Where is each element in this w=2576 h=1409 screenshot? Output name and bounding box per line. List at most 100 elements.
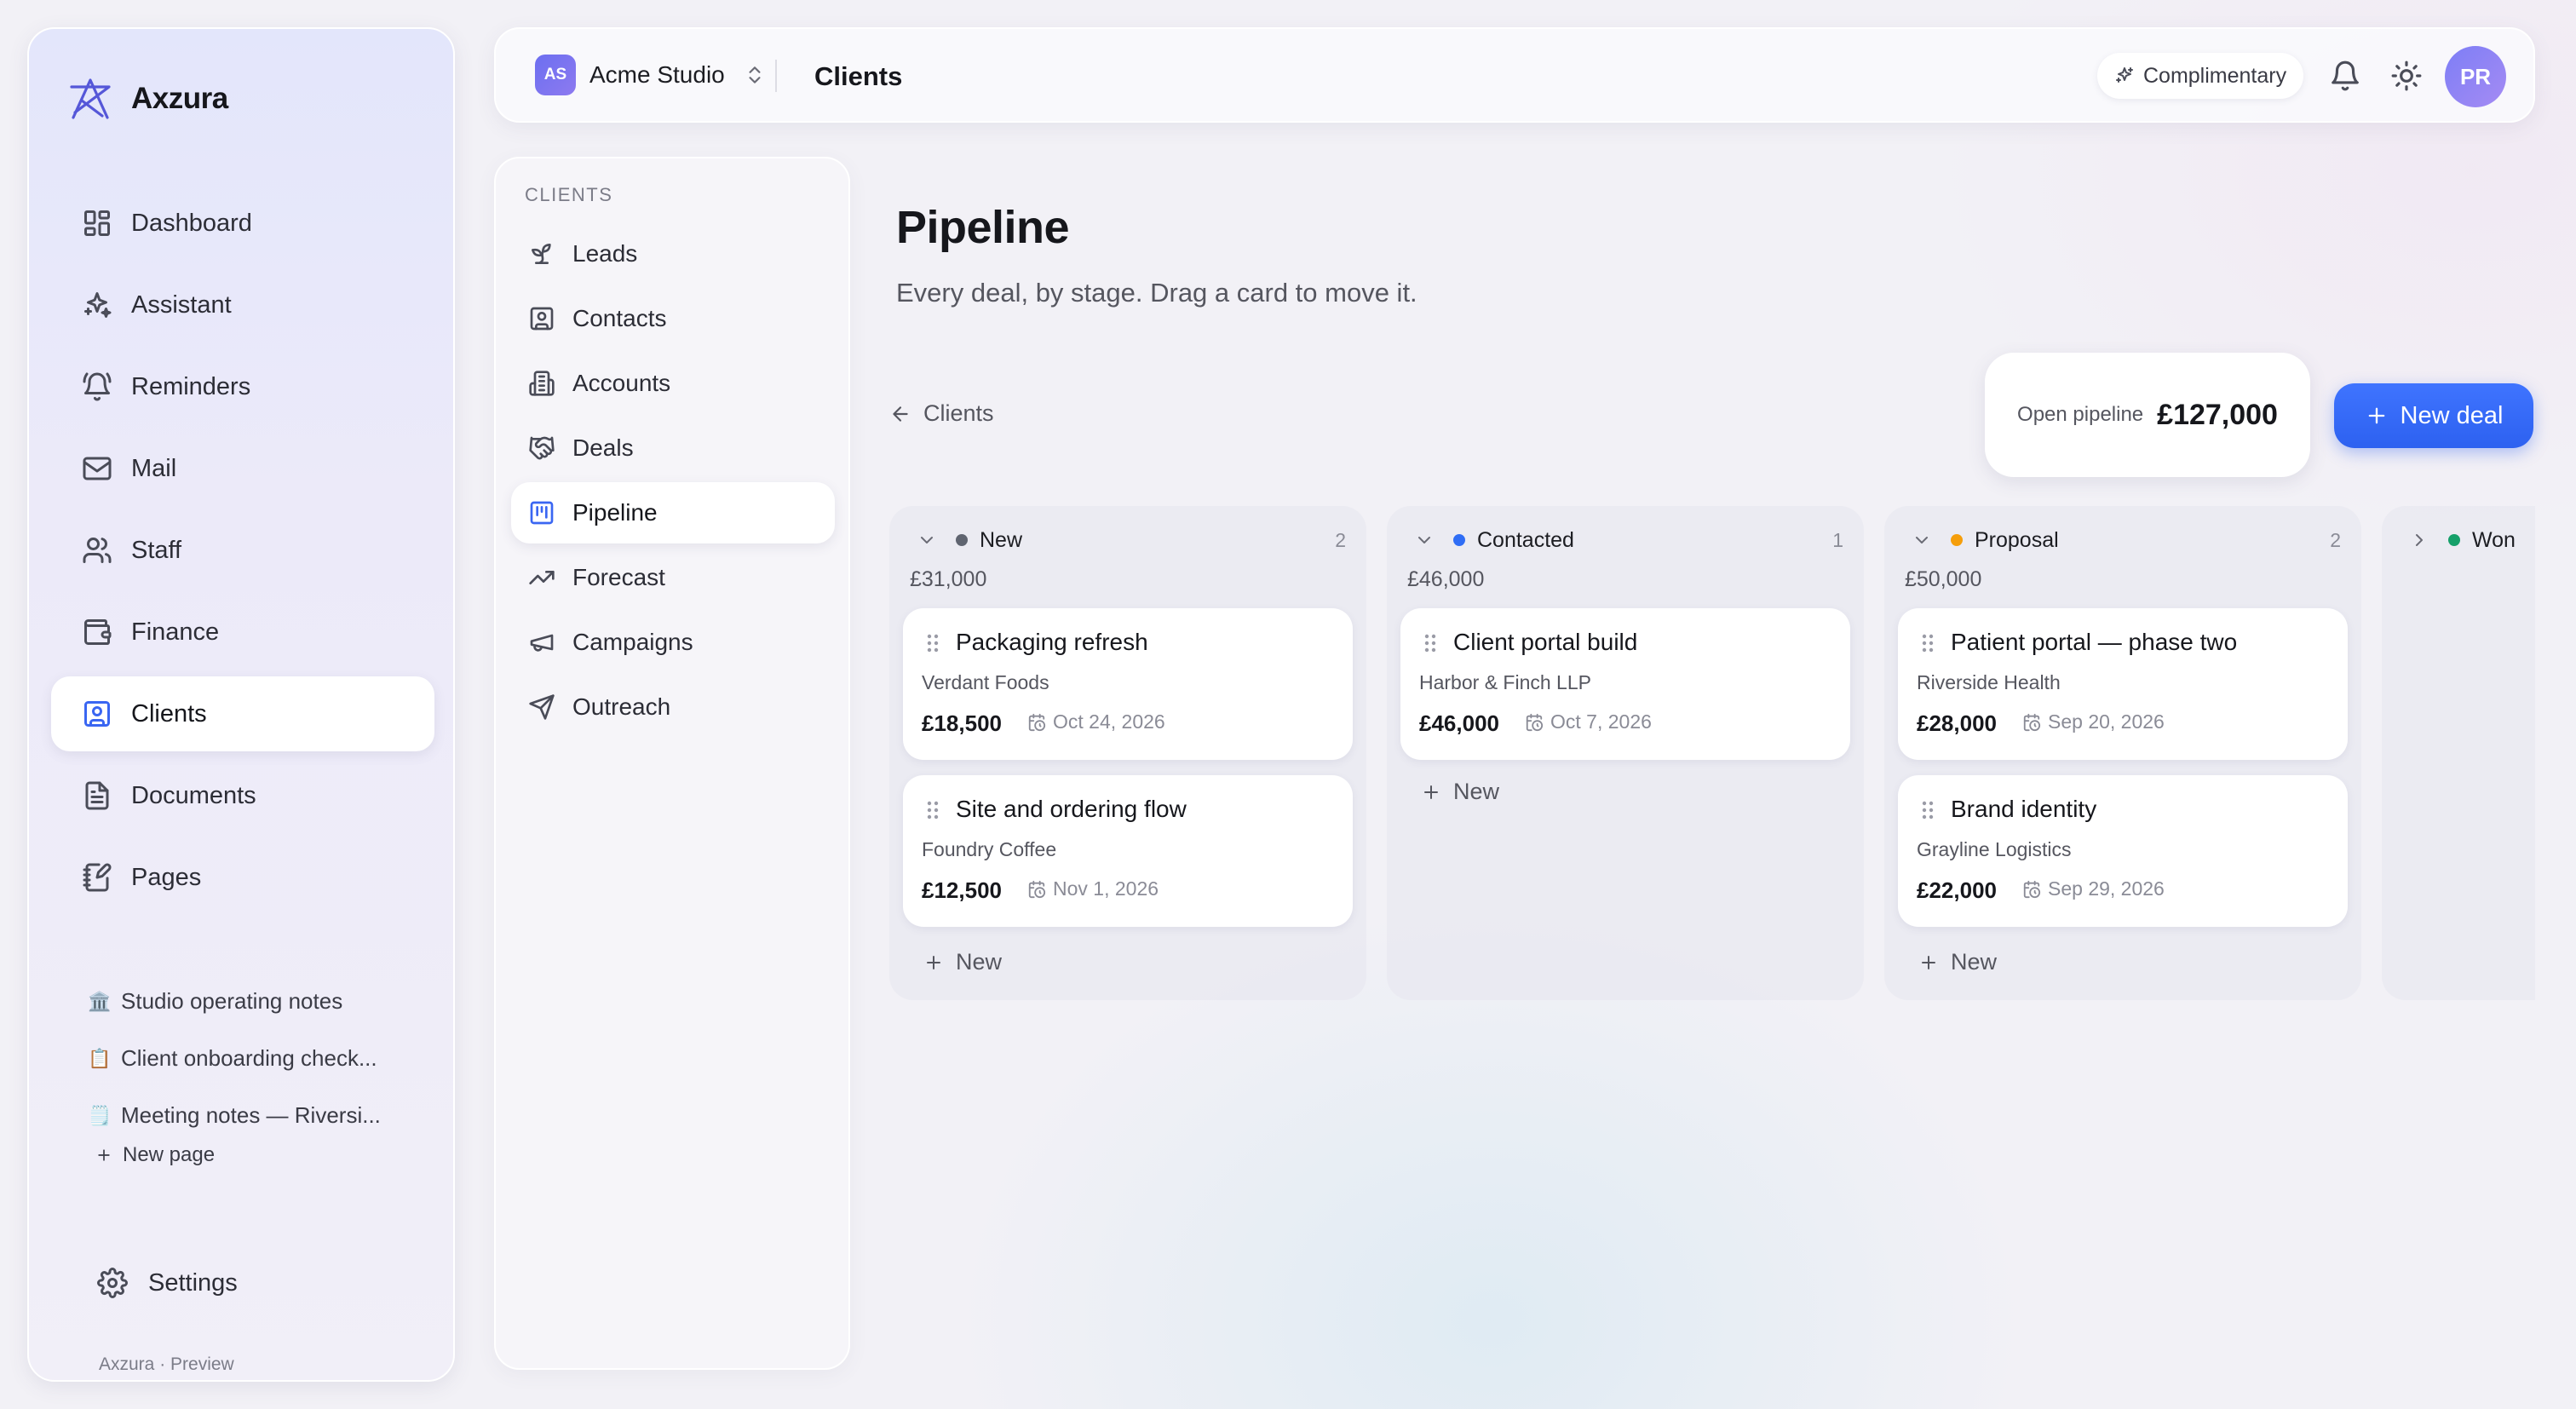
add-deal-button[interactable]: New [923, 949, 1002, 975]
page-emoji: 🏛️ [88, 990, 112, 1012]
deal-date-text: Sep 29, 2026 [2048, 877, 2165, 900]
plus-icon [927, 955, 940, 969]
workspace-name: Acme Studio [589, 61, 725, 88]
open-pipeline-value: £127,000 [2157, 398, 2278, 431]
chevron-down-icon[interactable] [1912, 530, 1932, 550]
deal-date-text: Nov 1, 2026 [1053, 877, 1159, 900]
deal-card[interactable]: Patient portal — phase two Riverside Hea… [1898, 608, 2348, 760]
deal-close-date: Sep 20, 2026 [2022, 710, 2165, 733]
brand[interactable]: Axzura [66, 73, 228, 124]
stage-total: £50,000 [1905, 567, 1982, 591]
subnav-item-deals[interactable]: Deals [511, 417, 835, 479]
nav-item-pages[interactable]: Pages [51, 840, 434, 915]
page-link-label: Studio operating notes [121, 988, 343, 1014]
stage-name: New [980, 527, 1023, 552]
page-link-studio-operating-notes[interactable]: 🏛️ Studio operating notes [88, 973, 446, 1030]
sparkles-icon [84, 292, 112, 318]
subnav-item-outreach[interactable]: Outreach [511, 676, 835, 738]
deal-card[interactable]: Brand identity Grayline Logistics £22,00… [1898, 775, 2348, 927]
nav-label: Pages [131, 863, 202, 891]
deal-title: Site and ordering flow [956, 796, 1187, 822]
nav-item-documents[interactable]: Documents [51, 758, 434, 833]
column-header: Contacted 1 [1414, 523, 1843, 557]
nav-label: Finance [131, 618, 220, 646]
send-icon [529, 694, 555, 720]
subnav-label: Forecast [572, 564, 665, 590]
deal-client: Verdant Foods [922, 671, 1049, 693]
page-emoji: 📋 [88, 1047, 112, 1069]
deal-title: Client portal build [1453, 629, 1638, 655]
subnav-item-contacts[interactable]: Contacts [511, 288, 835, 349]
subnav-label: Leads [572, 240, 638, 267]
sidebar: Axzura Dashboard Assistant Reminders Mai… [27, 27, 455, 1382]
megaphone-icon [530, 634, 554, 652]
nav-item-finance[interactable]: Finance [51, 595, 434, 670]
deal-amount: £18,500 [922, 710, 1002, 736]
drag-handle-icon[interactable] [925, 799, 940, 821]
page-link-meeting-notes[interactable]: 🗒️ Meeting notes — Riversi... [88, 1087, 446, 1144]
page-link-client-onboarding[interactable]: 📋 Client onboarding check... [88, 1030, 446, 1087]
sun-icon[interactable] [2390, 60, 2423, 92]
nav-item-clients[interactable]: Clients [51, 676, 434, 751]
column-header: Proposal 2 [1912, 523, 2341, 557]
wallet-icon [84, 619, 112, 645]
deal-close-date: Oct 7, 2026 [1525, 710, 1652, 733]
user-avatar[interactable]: PR [2445, 46, 2506, 107]
page-link-label: Client onboarding check... [121, 1045, 377, 1071]
nav-label: Dashboard [131, 209, 252, 237]
document-icon [85, 781, 109, 810]
subnav-item-pipeline[interactable]: Pipeline [511, 482, 835, 543]
page-emoji: 🗒️ [88, 1104, 112, 1126]
add-deal-button[interactable]: New [1918, 949, 1997, 975]
new-deal-button[interactable]: New deal [2334, 383, 2533, 448]
bell-icon[interactable] [2329, 60, 2361, 92]
topbar-divider [775, 60, 777, 92]
deal-card[interactable]: Site and ordering flow Foundry Coffee £1… [903, 775, 1353, 927]
drag-handle-icon[interactable] [1920, 799, 1935, 821]
chevron-down-icon[interactable] [917, 530, 937, 550]
new-page-button[interactable]: New page [95, 1143, 215, 1167]
back-to-clients-link[interactable]: Clients [889, 400, 994, 427]
nav-label: Mail [131, 454, 177, 482]
deal-card[interactable]: Client portal build Harbor & Finch LLP £… [1400, 608, 1850, 760]
contact-card-icon [84, 701, 110, 727]
deal-client: Grayline Logistics [1917, 838, 2072, 860]
deal-close-date: Nov 1, 2026 [1027, 877, 1159, 900]
brand-name: Axzura [131, 82, 228, 115]
subnav-item-campaigns[interactable]: Campaigns [511, 612, 835, 673]
notebook-pen-icon [83, 863, 112, 892]
add-deal-button[interactable]: New [1421, 779, 1499, 805]
deal-title: Brand identity [1951, 796, 2097, 822]
drag-handle-icon[interactable] [1920, 632, 1935, 654]
plan-badge[interactable]: Complimentary [2097, 53, 2304, 99]
nav-item-dashboard[interactable]: Dashboard [51, 186, 434, 261]
nav-item-mail[interactable]: Mail [51, 431, 434, 506]
nav-item-assistant[interactable]: Assistant [51, 267, 434, 342]
open-pipeline-summary: Open pipeline £127,000 [1985, 353, 2310, 477]
workspace-switcher[interactable]: AS Acme Studio [535, 55, 766, 95]
nav-item-staff[interactable]: Staff [51, 513, 434, 588]
chevron-right-icon[interactable] [2409, 530, 2429, 550]
dashboard-icon [84, 210, 110, 236]
deal-card[interactable]: Packaging refresh Verdant Foods £18,500 … [903, 608, 1353, 760]
drag-handle-icon[interactable] [1423, 632, 1438, 654]
subnav-item-accounts[interactable]: Accounts [511, 353, 835, 414]
subnav-list: Leads Contacts Accounts Deals Pipeline F… [511, 223, 835, 741]
nav-item-reminders[interactable]: Reminders [51, 349, 434, 424]
building-icon [529, 371, 555, 396]
deal-amount: £12,500 [922, 877, 1002, 903]
drag-handle-icon[interactable] [925, 632, 940, 654]
stage-column-proposal: Proposal 2 £50,000 Patient portal — phas… [1884, 506, 2361, 1000]
stage-column-contacted: Contacted 1 £46,000 Client portal build … [1387, 506, 1864, 1000]
chevron-down-icon[interactable] [1414, 530, 1435, 550]
users-icon [83, 538, 112, 563]
new-page-label: New page [123, 1143, 216, 1166]
subnav-item-leads[interactable]: Leads [511, 223, 835, 285]
nav-label: Reminders [131, 372, 251, 400]
subnav-label: Accounts [572, 370, 671, 396]
subnav-item-forecast[interactable]: Forecast [511, 547, 835, 608]
subnav-label: Deals [572, 434, 634, 461]
settings-button[interactable]: Settings [97, 1268, 238, 1298]
column-header: New 2 [917, 523, 1346, 557]
deal-amount: £46,000 [1419, 710, 1499, 736]
